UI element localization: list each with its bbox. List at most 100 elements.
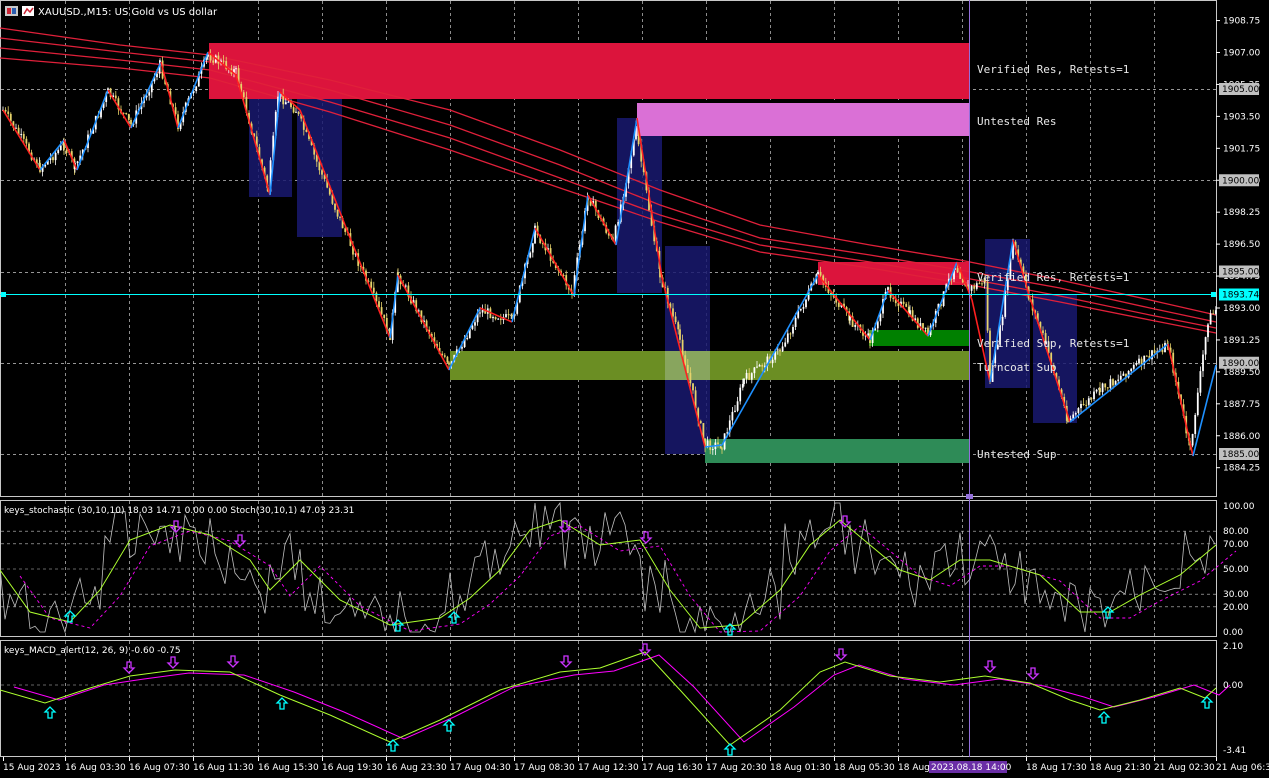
candle-body: [717, 442, 719, 445]
candle-body: [867, 333, 870, 336]
macd-tick-label: -3.41: [1223, 746, 1246, 756]
candle-body: [1067, 420, 1069, 422]
chart-background: [0, 0, 1269, 778]
stoch-tick-label: 0.00: [1223, 628, 1243, 638]
candle-body: [65, 149, 68, 153]
candle-body: [1161, 349, 1164, 353]
candle-body: [1135, 363, 1138, 365]
candle-body: [1214, 310, 1217, 314]
candle-body: [156, 73, 158, 78]
candle-body: [20, 134, 23, 136]
candle-body: [721, 448, 723, 450]
candle-body: [802, 307, 805, 309]
time-label: 18 Aug 01:30: [770, 763, 831, 773]
price-tick-label: 1907.00: [1223, 49, 1260, 59]
price-tick-label: 1891.25: [1223, 336, 1260, 346]
candle-body: [734, 410, 736, 412]
zone-label-untested-res: Untested Res: [977, 115, 1056, 128]
candle-body: [1119, 375, 1122, 380]
price-tick-label: 1886.00: [1223, 432, 1260, 442]
candle-body: [474, 322, 476, 326]
candle-body: [892, 297, 895, 299]
candle-body: [1095, 389, 1098, 392]
stoch-tick-label: 50.00: [1223, 565, 1249, 575]
macd-tick-label: 2.10: [1223, 642, 1243, 652]
stoch-tick-label: 100.00: [1223, 502, 1255, 512]
candle-body: [753, 367, 756, 374]
price-axis[interactable]: 1908.751907.001905.251903.501901.751900.…: [1216, 17, 1260, 474]
candle-body: [334, 203, 336, 210]
candle-body: [758, 364, 761, 367]
candle-body: [404, 285, 407, 287]
time-label: 21 Aug 06:30: [1216, 763, 1269, 773]
candle-body: [731, 411, 734, 421]
zone-label-verified-sup: Verified Sup, Retests=1: [977, 337, 1129, 350]
price-tick-label: 1901.75: [1223, 144, 1260, 154]
zone-verified-sup: [869, 330, 969, 346]
candle-body: [956, 268, 959, 273]
candle-body: [922, 323, 924, 329]
price-line-handle-right[interactable]: [1211, 292, 1216, 297]
candle-body: [511, 314, 513, 317]
candle-body: [1196, 392, 1199, 416]
candle-body: [679, 329, 681, 340]
candle-body: [756, 366, 758, 368]
candle-body: [370, 281, 373, 288]
price-tick-label: 1887.75: [1223, 400, 1260, 410]
candle-body: [1099, 388, 1101, 393]
candle-body: [448, 362, 450, 365]
candle-body: [1130, 368, 1133, 371]
candle-body: [786, 333, 789, 343]
candle-body: [130, 119, 132, 125]
time-label: 16 Aug 23:30: [386, 763, 447, 773]
time-label: 16 Aug 07:30: [129, 763, 190, 773]
separator-handle[interactable]: [966, 494, 973, 499]
candle-body: [975, 283, 978, 289]
time-label: 21 Aug 02:30: [1154, 763, 1215, 773]
trading-chart[interactable]: Verified Res, Retests=1 Untested Res Ver…: [0, 0, 1269, 778]
time-label: 18 Aug: [898, 763, 930, 773]
candle-body: [779, 349, 781, 352]
candle-body: [114, 95, 117, 99]
candle-body: [339, 216, 341, 218]
candle-body: [212, 60, 215, 63]
current-price-label: 1893.74: [1222, 291, 1259, 301]
price-tick-label: 1884.25: [1223, 464, 1260, 474]
candle-body: [1122, 373, 1125, 376]
candle-body: [776, 349, 779, 351]
candle-body: [292, 107, 295, 113]
candle-body: [1080, 403, 1082, 409]
zone-verified-res-1: [209, 43, 969, 99]
candle-body: [1093, 391, 1095, 400]
candle-body: [711, 449, 714, 451]
stoch-tick-label: 80.00: [1223, 527, 1249, 537]
candle-body: [781, 346, 784, 352]
price-line-handle-left[interactable]: [1, 292, 6, 297]
zigzag-box: [665, 246, 710, 454]
candle-body: [689, 372, 692, 384]
candle-body: [614, 225, 617, 241]
candle-body: [748, 372, 751, 380]
candle-body: [674, 316, 677, 323]
candle-body: [321, 170, 323, 175]
candle-body: [739, 387, 742, 402]
macd-title: keys_MACD_alert(12, 26, 9) -0.60 -0.75: [4, 646, 181, 656]
candle-body: [789, 333, 792, 335]
time-label: 17 Aug 12:30: [578, 763, 639, 773]
candle-body: [287, 101, 290, 103]
candle-body: [743, 378, 745, 385]
candle-body: [854, 324, 857, 327]
candle-body: [799, 308, 802, 311]
candle-body: [745, 372, 748, 379]
candle-body: [672, 308, 674, 317]
candle-body: [1204, 337, 1207, 355]
candle-body: [750, 373, 753, 380]
candle-body: [1138, 358, 1140, 364]
candle-body: [494, 316, 497, 320]
candle-body: [692, 383, 694, 391]
candle-body: [148, 92, 151, 96]
candle-body: [1199, 371, 1202, 393]
candle-body: [819, 271, 822, 276]
candle-body: [372, 287, 375, 293]
candle-body: [54, 153, 57, 161]
